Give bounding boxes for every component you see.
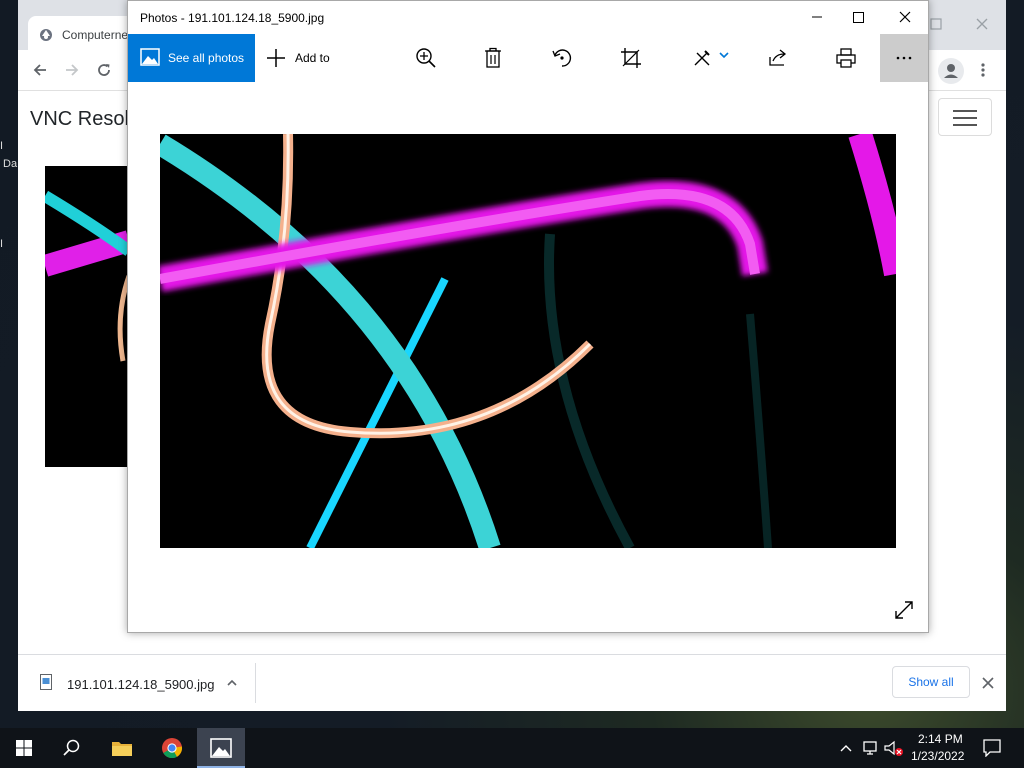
gallery-icon <box>140 48 160 66</box>
see-all-photos-label: See all photos <box>168 51 245 65</box>
close-icon[interactable] <box>899 11 911 23</box>
clock-date[interactable]: 1/23/2022 <box>911 749 964 763</box>
search-icon[interactable] <box>63 739 81 757</box>
photos-window-title: Photos - 191.101.124.18_5900.jpg <box>140 11 325 25</box>
photos-app-icon <box>210 738 232 758</box>
chrome-tab-title: Computerne <box>62 28 129 42</box>
delete-icon[interactable] <box>484 47 502 69</box>
taskbar: 2:14 PM 1/23/2022 <box>0 728 1024 768</box>
minimize-icon[interactable] <box>811 11 823 23</box>
download-file-name[interactable]: 191.101.124.18_5900.jpg <box>67 677 214 692</box>
rotate-icon[interactable] <box>551 47 573 69</box>
chrome-maximize-icon[interactable] <box>930 18 942 30</box>
photos-window[interactable]: Photos - 191.101.124.18_5900.jpg See all… <box>127 0 929 633</box>
chrome-app-icon[interactable] <box>161 737 183 759</box>
notification-icon[interactable] <box>983 739 1001 757</box>
more-options-button[interactable] <box>880 34 928 82</box>
full-screen-icon[interactable] <box>893 599 915 621</box>
clock-time[interactable]: 2:14 PM <box>918 732 963 746</box>
windows-start-icon[interactable] <box>16 740 32 756</box>
reload-icon[interactable] <box>96 62 112 78</box>
desktop-fragment-2: Da <box>3 158 18 170</box>
image-file-icon <box>40 674 52 690</box>
hamburger-menu-button[interactable] <box>938 98 992 136</box>
tray-chevron-up-icon[interactable] <box>840 743 852 753</box>
photos-taskbar-button[interactable] <box>197 728 245 768</box>
page-heading: VNC Resolv <box>30 108 139 130</box>
chrome-menu-icon[interactable] <box>980 62 986 78</box>
back-arrow-icon[interactable] <box>32 62 48 78</box>
background-image-thumbnail <box>45 166 129 467</box>
close-download-bar-icon[interactable] <box>982 677 994 689</box>
crop-icon[interactable] <box>620 47 642 69</box>
download-bar: 191.101.124.18_5900.jpg Show all <box>18 654 1006 711</box>
chevron-up-icon[interactable] <box>226 677 238 689</box>
show-all-button[interactable]: Show all <box>892 666 970 698</box>
add-to-label[interactable]: Add to <box>295 51 330 65</box>
profile-avatar-icon[interactable] <box>938 58 964 84</box>
forward-arrow-icon[interactable] <box>64 62 80 78</box>
maximize-icon[interactable] <box>853 12 864 23</box>
share-icon[interactable] <box>768 48 788 68</box>
more-dots-icon <box>896 56 912 60</box>
download-separator <box>255 663 256 703</box>
site-favicon-icon <box>38 27 54 43</box>
zoom-in-icon[interactable] <box>415 47 437 69</box>
print-icon[interactable] <box>836 48 856 68</box>
edit-create-icon[interactable] <box>692 48 732 68</box>
desktop-fragment-1: I <box>0 140 4 152</box>
volume-muted-icon[interactable] <box>884 740 904 758</box>
plus-icon[interactable] <box>266 48 286 68</box>
displayed-photo[interactable] <box>160 134 896 548</box>
see-all-photos-button[interactable]: See all photos <box>128 34 255 82</box>
desktop-fragment-3: I <box>0 238 4 250</box>
network-icon[interactable] <box>862 740 880 756</box>
file-explorer-icon[interactable] <box>111 738 133 758</box>
chrome-close-icon[interactable] <box>976 18 988 30</box>
